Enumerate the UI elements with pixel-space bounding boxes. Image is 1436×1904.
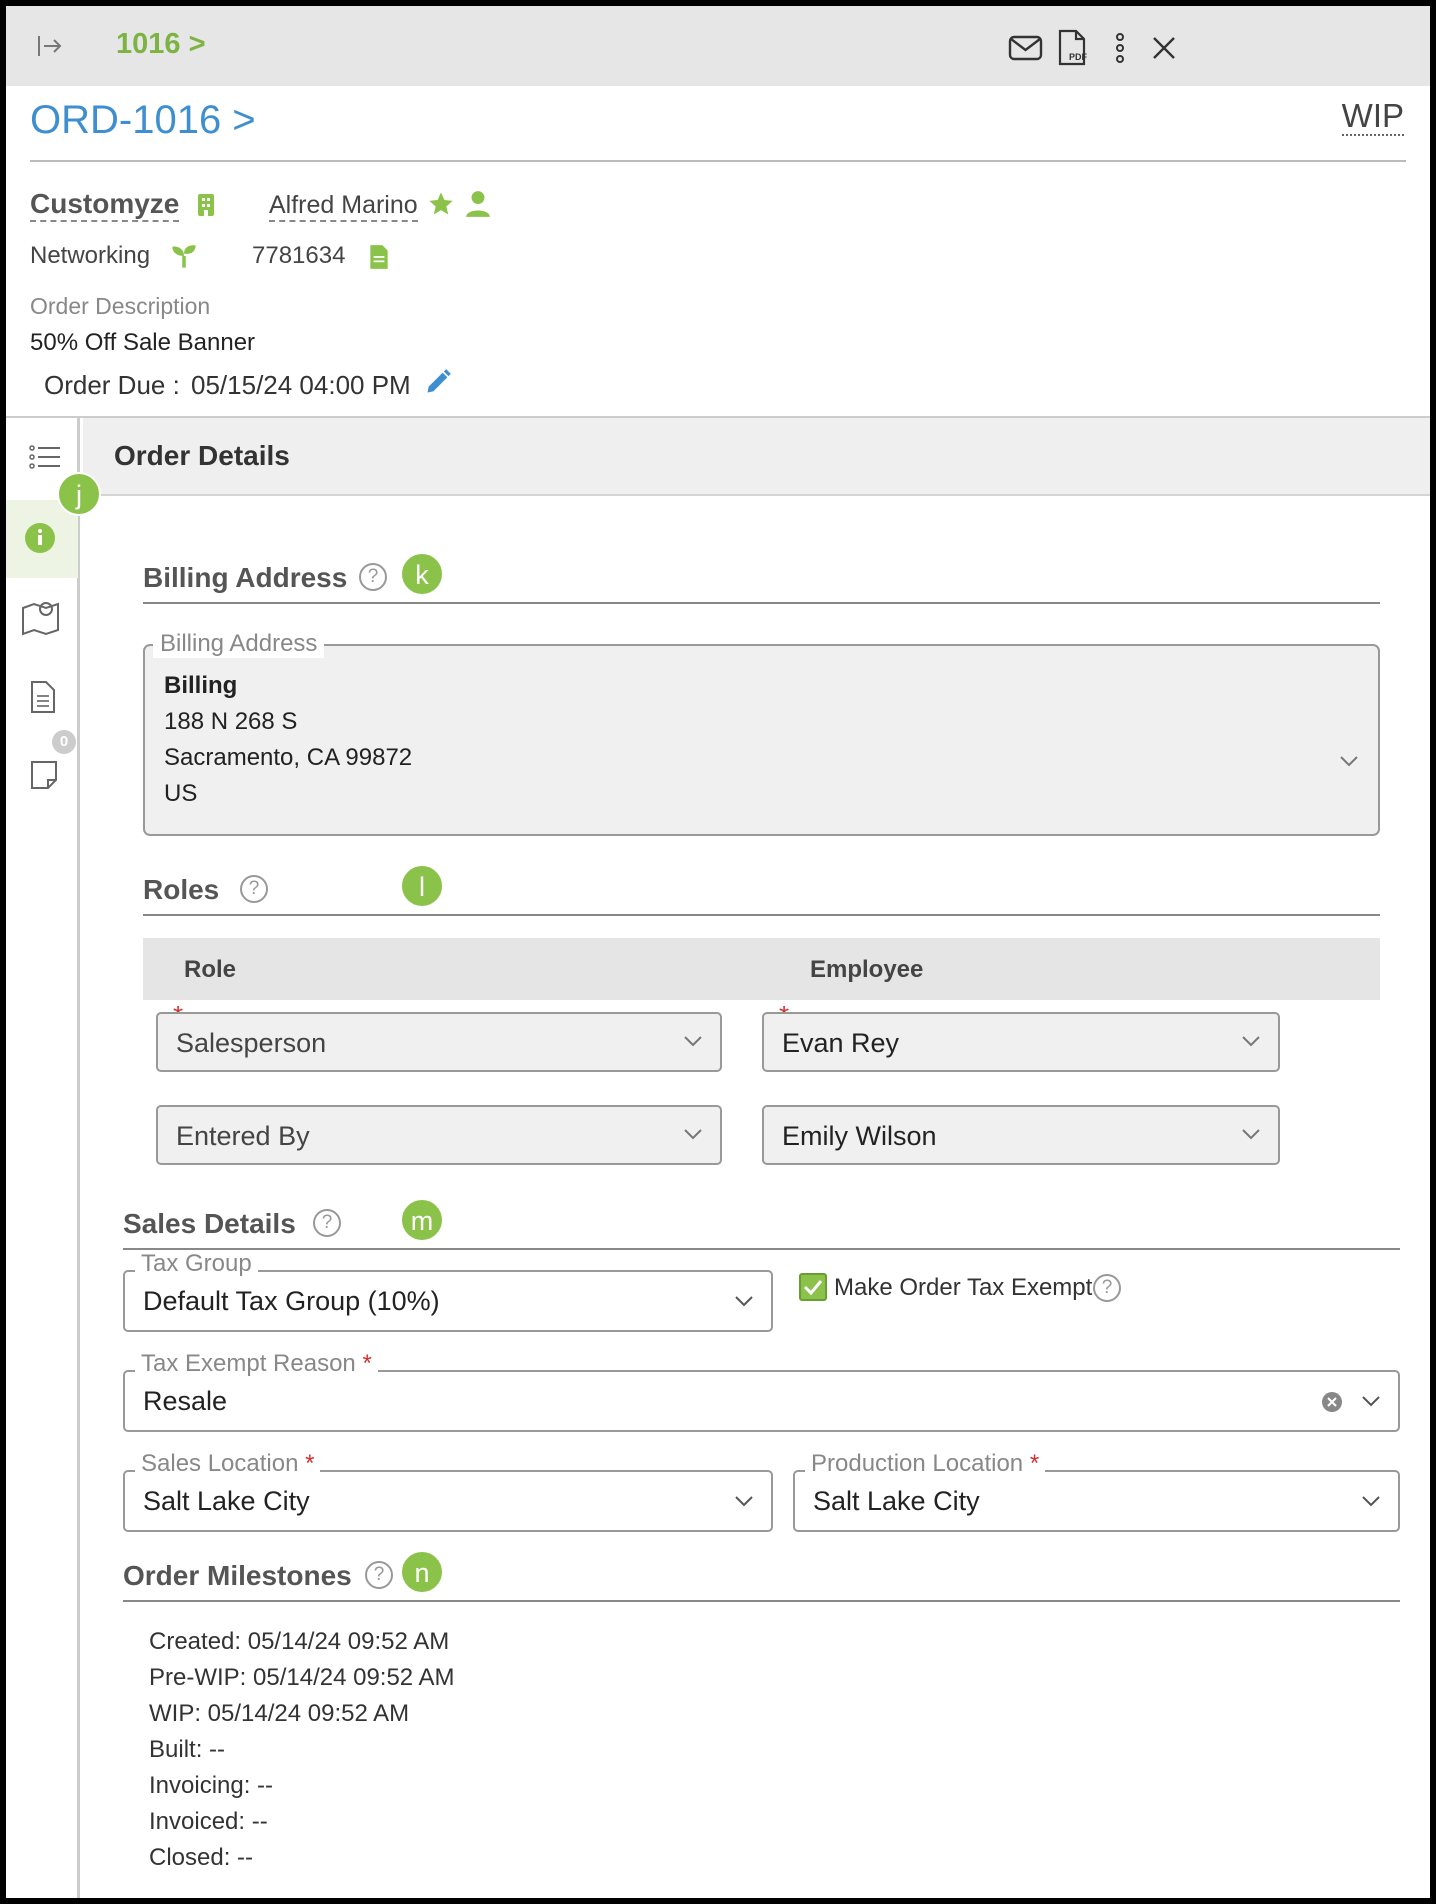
chevron-down-icon[interactable] [1336,748,1362,779]
chevron-down-icon [1362,1496,1380,1507]
order-panel: 1016 > PDF ORD-1016 > WIP Customyze Alfr… [6,6,1430,1898]
milestone-invoicing: Invoicing: -- [149,1772,274,1799]
more-options-icon[interactable] [1100,28,1140,68]
callout-badge-l: l [400,864,444,908]
section-title: Order Details [114,440,290,471]
help-icon[interactable]: ? [365,1561,393,1589]
side-rail: 0 [6,418,80,1898]
role-select[interactable]: Entered By [156,1105,722,1165]
employee-value: Evan Rey [782,1028,900,1058]
chevron-down-icon [1242,1036,1260,1047]
notes-count-badge: 0 [52,730,76,754]
person-icon [465,190,491,223]
sales-location-select[interactable]: Sales Location * Salt Lake City [123,1450,773,1532]
employee-select[interactable]: Evan Rey [762,1012,1280,1072]
employee-select[interactable]: Emily Wilson [762,1105,1280,1165]
tax-exempt-label: Make Order Tax Exempt [834,1274,1093,1301]
document-list-icon[interactable] [6,656,78,734]
due-label: Order Due : [44,370,180,400]
sprout-icon [170,242,198,275]
industry-label: Networking [30,242,151,269]
billing-country: US [164,780,198,807]
divider [143,602,1380,604]
billing-field-label: Billing Address [153,630,325,658]
svg-text:PDF: PDF [1069,52,1088,62]
production-location-value: Salt Lake City [813,1486,980,1516]
notes-icon[interactable]: 0 [6,730,78,812]
star-icon[interactable] [427,190,455,223]
divider [123,1600,1400,1602]
header-divider [30,160,1406,162]
document-icon [368,244,390,275]
status-badge[interactable]: WIP [1341,98,1404,136]
callout-badge-m: m [400,1198,444,1242]
role-select[interactable]: Salesperson [156,1012,722,1072]
production-location-select[interactable]: Production Location * Salt Lake City [793,1450,1400,1532]
company-link[interactable]: Customyze [30,188,180,222]
chevron-down-icon [735,1496,753,1507]
chevron-down-icon [684,1129,702,1140]
order-title-link[interactable]: ORD-1016 > [30,98,256,143]
divider [123,1248,1400,1250]
production-location-label: Production Location * [805,1450,1046,1478]
milestone-prewip: Pre-WIP: 05/14/24 09:52 AM [149,1664,455,1691]
milestone-created: Created: 05/14/24 09:52 AM [149,1628,450,1655]
map-icon[interactable] [6,578,78,656]
col-role: Role [184,956,237,983]
email-icon[interactable] [1006,28,1046,68]
help-icon[interactable]: ? [240,875,268,903]
billing-address-select[interactable] [143,644,1380,836]
callout-badge-j: j [57,472,101,516]
chevron-down-icon [684,1036,702,1047]
exempt-reason-label: Tax Exempt Reason * [135,1350,378,1378]
role-value: Entered By [176,1121,310,1151]
roles-heading: Roles [143,874,220,905]
sales-location-value: Salt Lake City [143,1486,310,1516]
callout-badge-k: k [400,552,444,596]
chevron-down-icon [1242,1129,1260,1140]
description-label: Order Description [30,293,211,319]
sales-location-label: Sales Location * [135,1450,321,1478]
edit-pencil-icon[interactable] [424,368,452,401]
milestone-built: Built: -- [149,1736,226,1763]
pdf-icon[interactable]: PDF [1054,28,1094,68]
milestone-invoiced: Invoiced: -- [149,1808,268,1835]
tax-group-value: Default Tax Group (10%) [143,1286,440,1316]
role-value: Salesperson [176,1028,327,1058]
roles-table-header [143,938,1380,1000]
milestones-heading: Order Milestones [123,1560,352,1591]
collapse-panel-icon[interactable] [36,32,66,62]
billing-city: Sacramento, CA 99872 [164,744,413,771]
col-employee: Employee [810,956,924,983]
tax-exempt-reason-select[interactable]: Tax Exempt Reason * Resale [123,1350,1400,1432]
chevron-down-icon [1362,1396,1380,1407]
exempt-reason-value: Resale [143,1386,228,1416]
close-icon[interactable] [1144,28,1184,68]
order-number-link[interactable]: 1016 > [116,28,206,61]
billing-heading: Billing Address [143,562,348,593]
clear-icon[interactable] [1320,1390,1344,1414]
help-icon[interactable]: ? [1093,1274,1121,1302]
due-value: 05/15/24 04:00 PM [191,370,411,400]
sales-heading: Sales Details [123,1208,296,1239]
chevron-down-icon [735,1296,753,1307]
milestone-wip: WIP: 05/14/24 09:52 AM [149,1700,410,1727]
tax-exempt-checkbox[interactable] [799,1273,827,1301]
milestone-closed: Closed: -- [149,1844,254,1871]
po-number: 7781634 [252,242,346,269]
description-value: 50% Off Sale Banner [30,329,256,356]
help-icon[interactable]: ? [313,1209,341,1237]
billing-street: 188 N 268 S [164,708,298,735]
billing-name: Billing [164,672,238,699]
contact-link[interactable]: Alfred Marino [269,190,418,222]
help-icon[interactable]: ? [359,563,387,591]
tax-group-select[interactable]: Tax Group Default Tax Group (10%) [123,1250,773,1332]
top-bar: 1016 > PDF [6,6,1430,86]
callout-badge-n: n [400,1550,444,1594]
tax-group-label: Tax Group [135,1250,258,1278]
divider [143,914,1380,916]
building-icon [195,192,217,223]
employee-value: Emily Wilson [782,1121,937,1151]
